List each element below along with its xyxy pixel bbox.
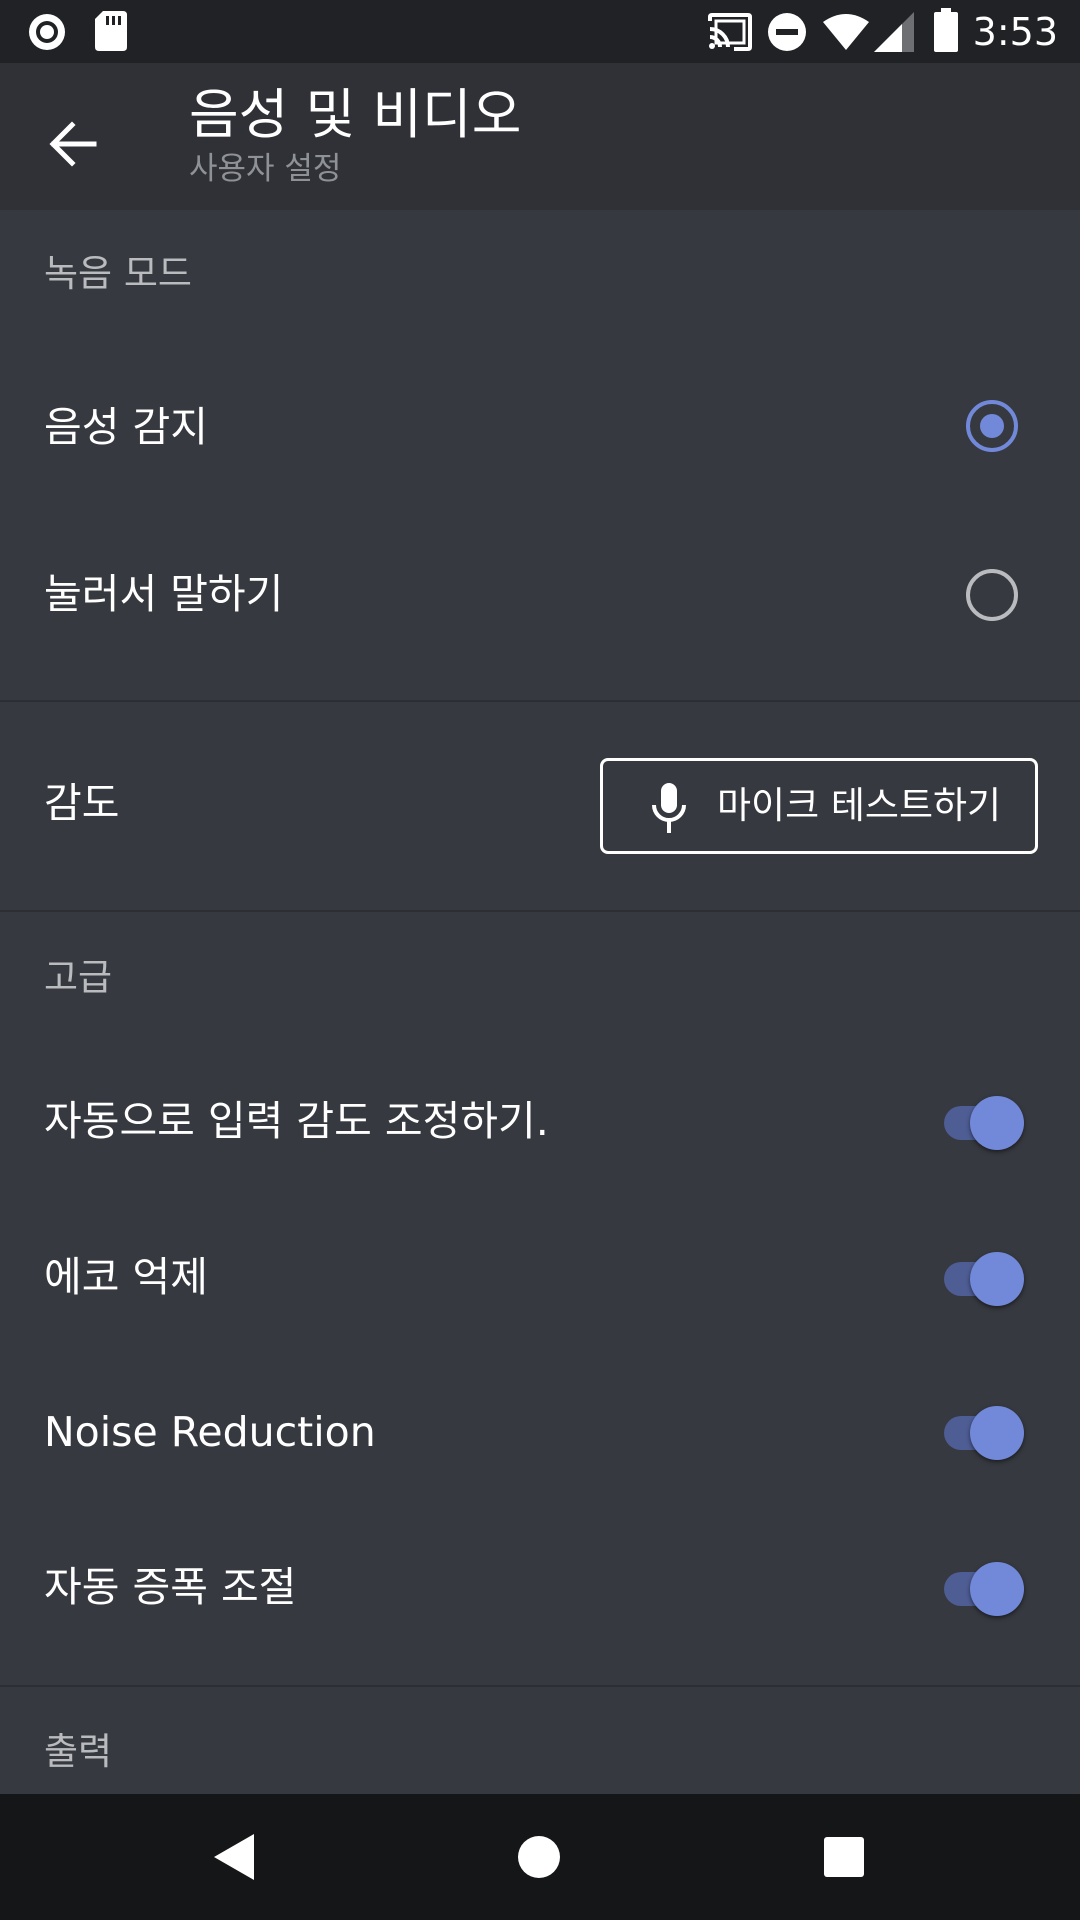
voice-activity-radio[interactable] bbox=[966, 400, 1018, 452]
sensitivity-label: 감도 bbox=[44, 779, 120, 827]
toggle-label: 자동 증폭 조절 bbox=[44, 1563, 297, 1611]
auto-sensitivity-toggle[interactable] bbox=[942, 1094, 1028, 1150]
toggle-thumb bbox=[970, 1406, 1024, 1460]
toggle-thumb bbox=[970, 1252, 1024, 1306]
wifi-icon bbox=[823, 14, 869, 50]
echo-cancellation-toggle[interactable] bbox=[942, 1250, 1028, 1306]
divider bbox=[0, 910, 1080, 912]
nav-home-icon[interactable] bbox=[517, 1835, 561, 1879]
system-nav-bar bbox=[0, 1794, 1080, 1920]
back-button[interactable] bbox=[28, 99, 118, 189]
app-bar: 음성 및 비디오 사용자 설정 bbox=[0, 63, 1080, 210]
radio-selected-dot bbox=[980, 414, 1004, 438]
divider bbox=[0, 1685, 1080, 1687]
noise-reduction-toggle[interactable] bbox=[942, 1404, 1028, 1460]
auto-gain-toggle[interactable] bbox=[942, 1560, 1028, 1616]
mic-test-label: 마이크 테스트하기 bbox=[717, 784, 1002, 827]
mic-test-button[interactable]: 마이크 테스트하기 bbox=[600, 758, 1038, 854]
cast-icon bbox=[708, 13, 752, 51]
radio-option-label: 음성 감지 bbox=[44, 403, 208, 451]
recording-mode-header: 녹음 모드 bbox=[44, 252, 192, 295]
battery-icon bbox=[934, 8, 958, 52]
nav-recents-icon[interactable] bbox=[823, 1836, 865, 1878]
status-bar: 3:53 bbox=[0, 0, 1080, 63]
sd-card-icon bbox=[95, 11, 127, 51]
arrow-back-icon bbox=[49, 121, 97, 167]
voice-video-settings-screen: 3:53 음성 및 비디오 사용자 설정 녹음 모드 음성 감지 눌러서 말하기… bbox=[0, 0, 1080, 1920]
output-header: 출력 bbox=[44, 1730, 113, 1773]
page-subtitle: 사용자 설정 bbox=[189, 151, 342, 187]
push-to-talk-radio[interactable] bbox=[966, 569, 1018, 621]
toggle-label: 자동으로 입력 감도 조정하기. bbox=[44, 1097, 549, 1145]
signal-icon bbox=[874, 12, 914, 52]
toggle-label: 에코 억제 bbox=[44, 1253, 208, 1301]
radio-option-label: 눌러서 말하기 bbox=[44, 570, 284, 618]
microphone-icon bbox=[652, 783, 686, 833]
do-not-disturb-icon bbox=[768, 13, 806, 51]
advanced-header: 고급 bbox=[44, 956, 113, 999]
toggle-label: Noise Reduction bbox=[44, 1408, 376, 1456]
divider bbox=[0, 700, 1080, 702]
toggle-thumb bbox=[970, 1096, 1024, 1150]
nav-back-icon[interactable] bbox=[212, 1832, 256, 1882]
record-icon bbox=[29, 14, 65, 50]
page-title: 음성 및 비디오 bbox=[189, 83, 522, 146]
toggle-thumb bbox=[970, 1562, 1024, 1616]
status-time: 3:53 bbox=[972, 10, 1058, 54]
